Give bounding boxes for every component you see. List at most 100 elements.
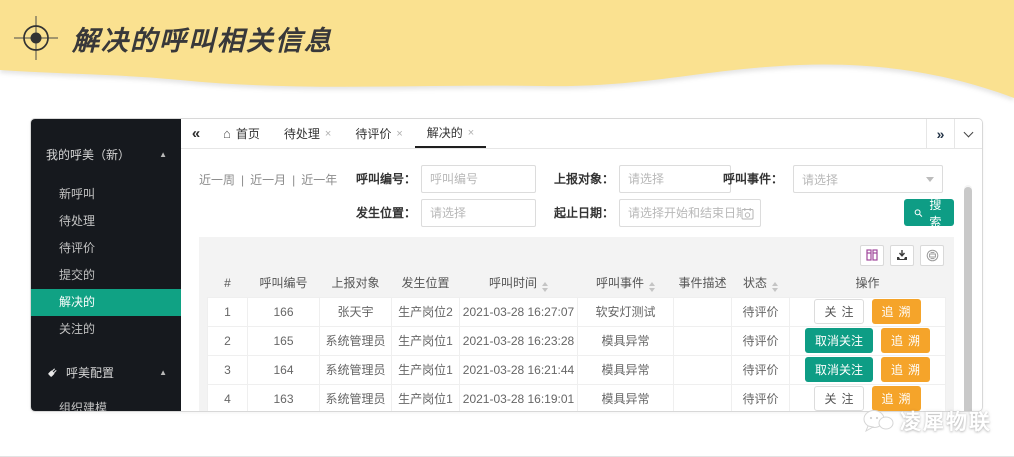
tabs-collapse-left-icon[interactable]: «	[181, 119, 211, 148]
tab-resolved[interactable]: 解决的 ×	[415, 119, 486, 148]
quick-link-last-month[interactable]: 近一月	[250, 173, 286, 187]
cell-event-desc	[674, 384, 732, 412]
trace-button[interactable]: 追溯	[872, 299, 921, 324]
tab-pending[interactable]: 待处理 ×	[272, 119, 343, 148]
tabs-menu-icon[interactable]	[954, 119, 982, 148]
select-placeholder: 请选择	[802, 171, 838, 188]
brand-name: 凌犀物联	[900, 406, 992, 436]
status-badge: 待评价	[732, 297, 790, 326]
cell-location: 生产岗位1	[392, 384, 460, 412]
crosshair-target-icon	[14, 16, 58, 60]
close-icon[interactable]: ×	[325, 128, 331, 140]
columns-settings-button[interactable]	[860, 245, 884, 266]
calls-table: # 呼叫编号 上报对象 发生位置 呼叫时间 呼叫事件 事件描述 状态 操作	[207, 269, 946, 412]
calendar-icon	[741, 207, 754, 220]
search-button[interactable]: 搜索	[904, 199, 954, 226]
cell-actions: 关注追溯	[790, 297, 946, 326]
follow-button[interactable]: 关注	[814, 386, 863, 411]
page-title: 解决的呼叫相关信息	[72, 19, 333, 58]
sidebar-group-call-config[interactable]: 呼美配置 ▲	[31, 359, 181, 385]
report-target-label: 上报对象：	[544, 165, 614, 193]
search-icon	[914, 207, 923, 219]
search-button-label: 搜索	[927, 196, 944, 230]
col-status[interactable]: 状态	[732, 269, 790, 297]
scrollbar-thumb[interactable]	[964, 187, 972, 412]
cell-call-number: 165	[248, 326, 320, 355]
date-range-picker[interactable]	[619, 199, 761, 227]
sidebar-group-label: 我的呼美（新）	[46, 146, 130, 163]
cell-call-event: 模具异常	[578, 384, 674, 412]
quick-date-links: 近一周|近一月|近一年	[199, 171, 337, 188]
chat-bubbles-icon	[862, 408, 894, 434]
cell-call-time: 2021-03-28 16:23:28	[460, 326, 578, 355]
cell-report-target: 张天宇	[320, 297, 392, 326]
sidebar-item-pending[interactable]: 待处理	[31, 208, 181, 235]
cell-location: 生产岗位1	[392, 326, 460, 355]
location-input[interactable]	[421, 199, 536, 227]
cell-location: 生产岗位2	[392, 297, 460, 326]
main-area: « ⌂ 首页 待处理 × 待评价 × 解决的 × »	[181, 119, 982, 411]
cell-call-time: 2021-03-28 16:21:44	[460, 355, 578, 384]
cell-event-desc	[674, 297, 732, 326]
vertical-scrollbar[interactable]	[964, 185, 972, 412]
cell-call-time: 2021-03-28 16:19:01	[460, 384, 578, 412]
sidebar-item-to-evaluate[interactable]: 待评价	[31, 235, 181, 262]
print-button[interactable]	[920, 245, 944, 266]
tab-label: 解决的	[427, 124, 463, 141]
tab-label: 首页	[236, 125, 260, 142]
unfollow-button[interactable]: 取消关注	[805, 328, 873, 353]
unfollow-button[interactable]: 取消关注	[805, 357, 873, 382]
date-range-label: 起止日期：	[544, 199, 614, 227]
location-label: 发生位置：	[346, 199, 416, 227]
sidebar-item-org-modeling[interactable]: 组织建模	[31, 395, 181, 412]
col-call-time[interactable]: 呼叫时间	[460, 269, 578, 297]
download-icon	[896, 249, 908, 261]
follow-button[interactable]: 关注	[814, 299, 863, 324]
tabs-scroll-right-icon[interactable]: »	[926, 119, 954, 148]
sidebar-item-new-call[interactable]: 新呼叫	[31, 181, 181, 208]
cell-report-target: 系统管理员	[320, 384, 392, 412]
app-window: 我的呼美（新） ▲ 新呼叫 待处理 待评价 提交的 解决的 关注的 呼美配置 ▲	[30, 118, 983, 412]
call-event-select[interactable]: 请选择	[793, 165, 943, 193]
sort-icon[interactable]	[542, 282, 548, 292]
tab-label: 待处理	[284, 125, 320, 142]
tab-home[interactable]: ⌂ 首页	[211, 119, 272, 148]
quick-link-last-year[interactable]: 近一年	[301, 173, 337, 187]
sidebar-item-followed[interactable]: 关注的	[31, 316, 181, 343]
cell-call-number: 164	[248, 355, 320, 384]
table-row: 3 164 系统管理员 生产岗位1 2021-03-28 16:21:44 模具…	[208, 355, 946, 384]
cell-index: 2	[208, 326, 248, 355]
trace-button[interactable]: 追溯	[881, 328, 930, 353]
close-icon[interactable]: ×	[396, 128, 402, 140]
trace-button[interactable]: 追溯	[881, 357, 930, 382]
print-icon	[926, 249, 939, 262]
page-banner: 解决的呼叫相关信息	[0, 0, 1014, 106]
quick-link-last-week[interactable]: 近一周	[199, 173, 235, 187]
cell-actions: 取消关注追溯	[790, 355, 946, 384]
close-icon[interactable]: ×	[468, 127, 474, 139]
plug-icon	[46, 366, 59, 379]
tab-to-evaluate[interactable]: 待评价 ×	[343, 119, 414, 148]
sidebar-item-resolved[interactable]: 解决的	[31, 289, 181, 316]
page: { "banner": { "title": "解决的呼叫相关信息" }, "s…	[0, 0, 1014, 457]
cell-call-event: 软安灯测试	[578, 297, 674, 326]
sort-icon[interactable]	[772, 282, 778, 292]
cell-call-time: 2021-03-28 16:27:07	[460, 297, 578, 326]
col-call-number: 呼叫编号	[248, 269, 320, 297]
sidebar-item-submitted[interactable]: 提交的	[31, 262, 181, 289]
cell-actions: 取消关注追溯	[790, 326, 946, 355]
sidebar-group-my-calls[interactable]: 我的呼美（新） ▲	[31, 141, 181, 167]
caret-down-icon	[926, 177, 934, 182]
cell-location: 生产岗位1	[392, 355, 460, 384]
call-number-input[interactable]	[421, 165, 536, 193]
table-header-row: # 呼叫编号 上报对象 发生位置 呼叫时间 呼叫事件 事件描述 状态 操作	[208, 269, 946, 297]
sort-icon[interactable]	[649, 282, 655, 292]
cell-index: 4	[208, 384, 248, 412]
date-range-input[interactable]	[628, 206, 741, 220]
cell-report-target: 系统管理员	[320, 326, 392, 355]
export-button[interactable]	[890, 245, 914, 266]
collapse-arrow-icon: ▲	[159, 150, 167, 159]
col-call-event[interactable]: 呼叫事件	[578, 269, 674, 297]
collapse-arrow-icon: ▲	[159, 368, 167, 377]
brand-watermark: 凌犀物联	[862, 406, 992, 436]
